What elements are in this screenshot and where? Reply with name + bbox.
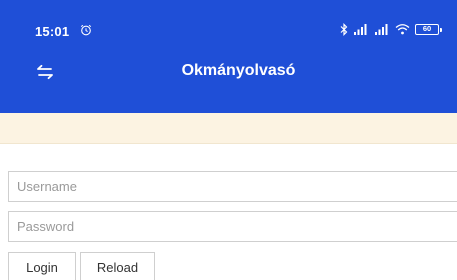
app-bar: 15:01 60 Okmányolvasó [0, 0, 457, 113]
bluetooth-icon [340, 22, 348, 36]
app-title: Okmányolvasó [181, 62, 296, 79]
alarm-icon [80, 24, 92, 36]
wifi-icon [395, 24, 410, 35]
battery-level: 60 [422, 24, 432, 34]
status-icons: 60 [340, 21, 442, 37]
signal-icon [375, 24, 388, 35]
status-time: 15:01 [35, 24, 70, 39]
reload-button[interactable]: Reload [80, 252, 155, 280]
password-field[interactable] [8, 211, 457, 242]
username-field[interactable] [8, 171, 457, 202]
signal-icon [354, 24, 367, 35]
battery-icon: 60 [415, 23, 442, 35]
app-screen: 15:01 60 Okmányolvasó Username Login Rel… [0, 0, 457, 280]
login-button[interactable]: Login [8, 252, 76, 280]
notice-banner [0, 113, 457, 144]
